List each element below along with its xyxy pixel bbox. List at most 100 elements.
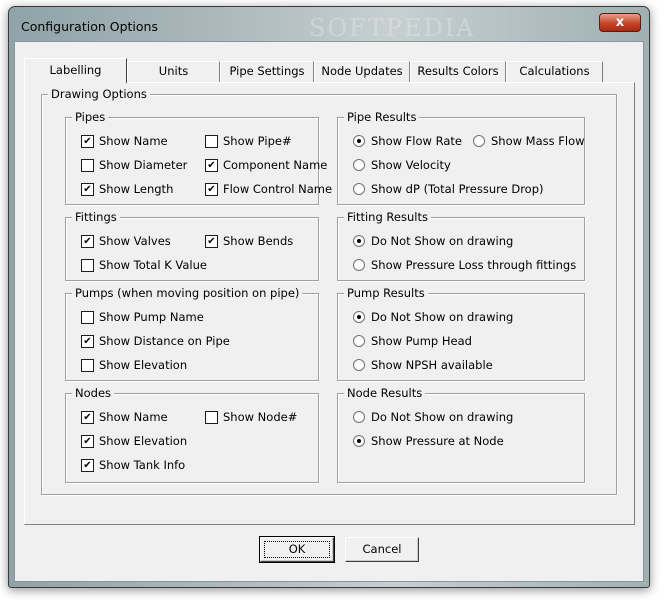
ok-button[interactable]: OK: [259, 536, 335, 563]
pump-results-pump-head-radio[interactable]: Show Pump Head: [353, 333, 472, 349]
tab-node-updates[interactable]: Node Updates: [314, 61, 410, 82]
checkbox-label: Show Elevation: [99, 358, 188, 372]
radio-dot: [353, 183, 365, 195]
fittings-show-bends-checkbox[interactable]: ✔ Show Bends: [205, 233, 293, 249]
checkbox-label: Show Node#: [223, 410, 298, 424]
node-results-group: Node Results Do Not Show on drawing Show…: [337, 386, 585, 483]
fittings-group-label: Fittings: [72, 210, 120, 224]
tab-pipe-settings[interactable]: Pipe Settings: [220, 61, 314, 82]
close-button[interactable]: x: [599, 13, 641, 32]
checkbox-box: [205, 410, 218, 424]
nodes-show-tank-info-checkbox[interactable]: ✔ Show Tank Info: [81, 457, 185, 473]
pipe-results-group: Pipe Results Show Flow Rate Show Mass Fl…: [337, 110, 585, 205]
checkbox-box: ✔: [81, 334, 94, 348]
close-icon: x: [615, 15, 625, 30]
nodes-show-node-number-checkbox[interactable]: Show Node#: [205, 409, 297, 425]
pumps-show-distance-checkbox[interactable]: ✔ Show Distance on Pipe: [81, 333, 230, 349]
checkbox-box: ✔: [81, 234, 94, 248]
radio-label: Show Pump Head: [371, 334, 472, 348]
nodes-show-name-checkbox[interactable]: ✔ Show Name: [81, 409, 168, 425]
checkbox-label: Show Bends: [223, 234, 294, 248]
radio-label: Do Not Show on drawing: [371, 410, 514, 424]
watermark: SOFTPEDIA: [309, 14, 476, 42]
pipes-component-name-checkbox[interactable]: ✔ Component Name: [205, 157, 327, 173]
radio-label: Show dP (Total Pressure Drop): [371, 182, 544, 196]
pipes-show-diameter-checkbox[interactable]: Show Diameter: [81, 157, 187, 173]
checkbox-box: ✔: [205, 234, 218, 248]
node-results-group-label: Node Results: [344, 386, 426, 400]
radio-dot: [353, 311, 365, 323]
checkbox-box: ✔: [81, 182, 94, 196]
checkbox-label: Component Name: [223, 158, 328, 172]
fittings-group: Fittings ✔ Show Valves ✔ Show Bends Show T…: [65, 210, 319, 281]
checkbox-label: Show Valves: [99, 234, 171, 248]
checkbox-box: ✔: [205, 158, 218, 172]
pumps-show-name-checkbox[interactable]: Show Pump Name: [81, 309, 204, 325]
radio-dot: [353, 435, 365, 447]
radio-dot: [353, 335, 365, 347]
fitting-results-pressure-loss-radio[interactable]: Show Pressure Loss through fittings: [353, 257, 576, 273]
cancel-button-label: Cancel: [362, 542, 402, 556]
pump-results-npsh-radio[interactable]: Show NPSH available: [353, 357, 493, 373]
drawing-options-group: Drawing Options Pipes ✔ Show Name Show Pi…: [41, 87, 617, 495]
pipe-results-mass-flow-radio[interactable]: Show Mass Flow: [473, 133, 585, 149]
tab-calculations[interactable]: Calculations: [506, 61, 603, 82]
radio-label: Show Flow Rate: [371, 134, 462, 148]
pipe-results-flow-rate-radio[interactable]: Show Flow Rate: [353, 133, 462, 149]
node-results-do-not-show-radio[interactable]: Do Not Show on drawing: [353, 409, 513, 425]
radio-dot: [473, 135, 485, 147]
pump-results-do-not-show-radio[interactable]: Do Not Show on drawing: [353, 309, 513, 325]
radio-dot: [353, 259, 365, 271]
fittings-show-total-k-checkbox[interactable]: Show Total K Value: [81, 257, 207, 273]
radio-dot: [353, 411, 365, 423]
fitting-results-do-not-show-radio[interactable]: Do Not Show on drawing: [353, 233, 513, 249]
pipe-results-velocity-radio[interactable]: Show Velocity: [353, 157, 451, 173]
checkbox-label: Show Name: [99, 134, 168, 148]
checkbox-label: Show Distance on Pipe: [99, 334, 230, 348]
window-title: Configuration Options: [21, 19, 158, 34]
radio-label: Show NPSH available: [371, 358, 493, 372]
focus-rectangle: [264, 541, 330, 558]
checkbox-label: Show Tank Info: [99, 458, 186, 472]
radio-label: Show Pressure Loss through fittings: [371, 258, 577, 272]
checkbox-box: ✔: [81, 410, 94, 424]
checkbox-box: [81, 310, 94, 324]
fittings-show-valves-checkbox[interactable]: ✔ Show Valves: [81, 233, 171, 249]
checkbox-box: [81, 158, 94, 172]
checkbox-box: ✔: [81, 134, 94, 148]
tab-results-colors[interactable]: Results Colors: [410, 61, 506, 82]
nodes-show-elevation-checkbox[interactable]: ✔ Show Elevation: [81, 433, 187, 449]
checkbox-label: Show Pump Name: [99, 310, 204, 324]
cancel-button[interactable]: Cancel: [345, 537, 419, 562]
checkbox-label: Show Name: [99, 410, 168, 424]
pipes-show-length-checkbox[interactable]: ✔ Show Length: [81, 181, 173, 197]
nodes-group: Nodes ✔ Show Name Show Node# ✔ Show Elevat…: [65, 386, 319, 483]
checkbox-box: [81, 258, 94, 272]
title-bar[interactable]: SOFTPEDIA Configuration Options x: [9, 7, 649, 43]
radio-dot: [353, 235, 365, 247]
checkbox-label: Flow Control Name: [223, 182, 333, 196]
checkbox-label: Show Total K Value: [99, 258, 207, 272]
pumps-group: Pumps (when moving position on pipe) Sho…: [65, 286, 319, 381]
fitting-results-group-label: Fitting Results: [344, 210, 431, 224]
radio-label: Do Not Show on drawing: [371, 310, 514, 324]
pipes-show-name-checkbox[interactable]: ✔ Show Name: [81, 133, 168, 149]
radio-dot: [353, 135, 365, 147]
pipe-results-group-label: Pipe Results: [344, 110, 420, 124]
radio-label: Show Mass Flow: [491, 134, 585, 148]
pipe-results-dp-radio[interactable]: Show dP (Total Pressure Drop): [353, 181, 544, 197]
labelling-panel: Drawing Options Pipes ✔ Show Name Show Pi…: [24, 82, 635, 525]
nodes-group-label: Nodes: [72, 386, 115, 400]
pumps-show-elevation-checkbox[interactable]: Show Elevation: [81, 357, 187, 373]
checkbox-box: ✔: [81, 434, 94, 448]
pump-results-group: Pump Results Do Not Show on drawing Show…: [337, 286, 585, 381]
pipes-group-label: Pipes: [72, 110, 109, 124]
pipes-show-pipe-number-checkbox[interactable]: Show Pipe#: [205, 133, 292, 149]
node-results-pressure-radio[interactable]: Show Pressure at Node: [353, 433, 504, 449]
radio-dot: [353, 359, 365, 371]
checkbox-label: Show Length: [99, 182, 174, 196]
pipes-flow-control-name-checkbox[interactable]: ✔ Flow Control Name: [205, 181, 332, 197]
tab-labelling[interactable]: Labelling: [24, 58, 127, 83]
tab-units[interactable]: Units: [127, 61, 220, 82]
drawing-options-label: Drawing Options: [48, 87, 150, 101]
